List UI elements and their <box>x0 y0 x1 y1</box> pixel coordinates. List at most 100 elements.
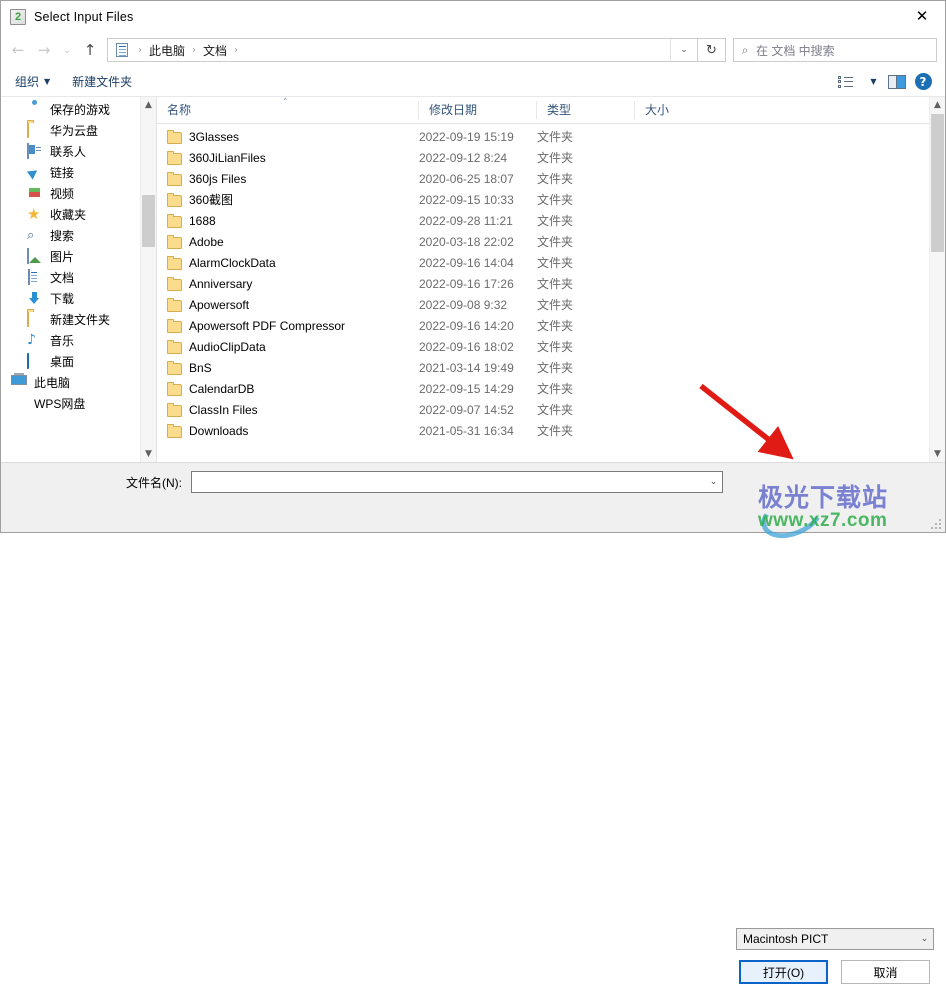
dialog-footer: 文件名(N): ⌄ Macintosh PICT ⌄ 打开(O) 取消 <box>1 462 945 984</box>
column-header-size[interactable]: 大小 <box>635 101 715 119</box>
file-date-cell: 2022-09-16 14:20 <box>419 318 514 333</box>
app-icon: 2 <box>10 8 26 25</box>
sidebar-item-downloads[interactable]: 下载 <box>1 288 156 309</box>
sidebar-item-favorites[interactable]: ★ 收藏夹 <box>1 204 156 225</box>
column-header-date[interactable]: 修改日期 <box>419 101 537 119</box>
file-date-cell: 2022-09-12 8:24 <box>419 150 508 165</box>
table-row[interactable]: BnS 2021-03-14 19:49 文件夹 <box>157 357 945 378</box>
sidebar-item-links[interactable]: 链接 <box>1 162 156 183</box>
file-name-label: ClassIn Files <box>189 402 258 417</box>
scroll-up-icon[interactable]: ▲ <box>141 97 156 113</box>
file-name-cell: AudioClipData <box>157 339 419 354</box>
table-row[interactable]: Downloads 2021-05-31 16:34 文件夹 <box>157 420 945 441</box>
file-type-cell: 文件夹 <box>537 277 574 291</box>
file-date-cell: 2020-03-18 22:02 <box>419 234 514 249</box>
table-row[interactable]: 360截图 2022-09-15 10:33 文件夹 <box>157 189 945 210</box>
column-header-type[interactable]: 类型 <box>537 101 635 119</box>
navigation-pane-scrollbar[interactable]: ▲ ▼ <box>140 97 156 462</box>
back-button[interactable]: ← <box>5 37 31 63</box>
scroll-down-icon[interactable]: ▼ <box>930 446 945 462</box>
column-header-name[interactable]: 名称 ˄ <box>157 98 419 119</box>
breadcrumb-separator: › <box>192 44 197 56</box>
sidebar-item-label: 下载 <box>50 292 75 306</box>
table-row[interactable]: 360js Files 2020-06-25 18:07 文件夹 <box>157 168 945 189</box>
view-layout-button[interactable] <box>833 71 857 93</box>
table-row[interactable]: ClassIn Files 2022-09-07 14:52 文件夹 <box>157 399 945 420</box>
breadcrumb-item-documents[interactable]: 文档 <box>201 42 229 59</box>
file-name-label: Adobe <box>189 234 224 249</box>
sidebar-item-videos[interactable]: 视频 <box>1 183 156 204</box>
folder-icon <box>167 193 182 207</box>
file-type-cell: 文件夹 <box>537 151 574 165</box>
sidebar-item-new-folder[interactable]: 新建文件夹 <box>1 309 156 330</box>
sidebar-item-pictures[interactable]: 图片 <box>1 246 156 267</box>
table-row[interactable]: Anniversary 2022-09-16 17:26 文件夹 <box>157 273 945 294</box>
filename-input[interactable]: ⌄ <box>191 471 723 493</box>
table-row[interactable]: AlarmClockData 2022-09-16 14:04 文件夹 <box>157 252 945 273</box>
refresh-icon[interactable]: ↻ <box>698 38 726 62</box>
table-row[interactable]: CalendarDB 2022-09-15 14:29 文件夹 <box>157 378 945 399</box>
sidebar-item-saved-games[interactable]: 保存的游戏 <box>1 99 156 120</box>
close-icon[interactable]: ✕ <box>899 1 945 31</box>
scroll-down-icon[interactable]: ▼ <box>141 446 156 462</box>
organize-label: 组织 <box>15 75 40 89</box>
address-bar[interactable]: › 此电脑 › 文档 › ⌄ <box>107 38 698 62</box>
scroll-up-icon[interactable]: ▲ <box>930 97 945 113</box>
file-date-cell: 2022-09-16 14:04 <box>419 255 514 270</box>
sidebar-item-label: 桌面 <box>50 355 75 369</box>
scrollbar-thumb[interactable] <box>142 195 155 247</box>
file-list-scrollbar[interactable]: ▲ ▼ <box>929 97 945 462</box>
folder-icon <box>167 382 182 396</box>
table-row[interactable]: 360JiLianFiles 2022-09-12 8:24 文件夹 <box>157 147 945 168</box>
breadcrumb-item-this-pc[interactable]: 此电脑 <box>147 42 187 59</box>
dialog-content: 保存的游戏 华为云盘 联系人 链接 视频 ★ 收藏夹 ⌕ 搜索 图片 文档 下载… <box>1 97 945 462</box>
file-name-label: BnS <box>189 360 212 375</box>
file-name-label: 360截图 <box>189 193 234 207</box>
help-button[interactable]: ? <box>911 71 935 93</box>
chevron-down-icon: ⌄ <box>920 934 929 944</box>
chevron-down-icon[interactable]: ⌄ <box>670 39 697 61</box>
breadcrumb[interactable]: › 此电脑 › 文档 › <box>108 39 670 61</box>
file-name-cell: ClassIn Files <box>157 402 419 417</box>
view-dropdown-button[interactable]: ▼ <box>859 71 883 93</box>
sidebar-item-desktop[interactable]: 桌面 <box>1 351 156 372</box>
sidebar-item-searches[interactable]: ⌕ 搜索 <box>1 225 156 246</box>
up-button[interactable]: ↑ <box>77 37 103 63</box>
scrollbar-thumb[interactable] <box>931 114 944 252</box>
search-input[interactable]: ⌕ 在 文档 中搜索 <box>733 38 937 62</box>
file-name-label: Apowersoft PDF Compressor <box>189 318 346 333</box>
sidebar-item-this-pc[interactable]: 此电脑 <box>1 372 156 393</box>
table-row[interactable]: 3Glasses 2022-09-19 15:19 文件夹 <box>157 126 945 147</box>
sidebar-item-label: 图片 <box>50 250 75 264</box>
recent-locations-button[interactable]: ⌄ <box>57 37 77 63</box>
table-row[interactable]: 1688 2022-09-28 11:21 文件夹 <box>157 210 945 231</box>
chevron-down-icon[interactable]: ⌄ <box>705 472 722 492</box>
file-date-cell: 2021-03-14 19:49 <box>419 360 514 375</box>
music-icon: ♪ <box>27 331 36 348</box>
sidebar-item-contacts[interactable]: 联系人 <box>1 141 156 162</box>
file-name-label: 1688 <box>189 213 216 228</box>
open-button[interactable]: 打开(O) <box>739 960 828 984</box>
preview-pane-button[interactable] <box>885 71 909 93</box>
table-row[interactable]: Apowersoft PDF Compressor 2022-09-16 14:2… <box>157 315 945 336</box>
organize-button[interactable]: 组织 ▼ <box>15 73 50 90</box>
new-folder-button[interactable]: 新建文件夹 <box>72 73 132 90</box>
table-row[interactable]: Adobe 2020-03-18 22:02 文件夹 <box>157 231 945 252</box>
file-date-cell: 2022-09-08 9:32 <box>419 297 508 312</box>
sidebar-item-label: 联系人 <box>50 145 87 159</box>
table-row[interactable]: Apowersoft 2022-09-08 9:32 文件夹 <box>157 294 945 315</box>
forward-button[interactable]: → <box>31 37 57 63</box>
sidebar-item-huawei-cloud[interactable]: 华为云盘 <box>1 120 156 141</box>
resize-grip[interactable] <box>931 519 941 529</box>
sidebar-item-label: 链接 <box>50 166 75 180</box>
sidebar-item-documents[interactable]: 文档 <box>1 267 156 288</box>
sidebar-item-wps-cloud[interactable]: WPS网盘 <box>1 393 156 414</box>
sidebar-item-music[interactable]: ♪ 音乐 <box>1 330 156 351</box>
help-icon: ? <box>914 73 932 90</box>
filetype-dropdown[interactable]: Macintosh PICT ⌄ <box>736 928 934 950</box>
folder-icon <box>167 424 182 438</box>
cancel-button[interactable]: 取消 <box>841 960 930 984</box>
table-row[interactable]: AudioClipData 2022-09-16 18:02 文件夹 <box>157 336 945 357</box>
file-rows: 3Glasses 2022-09-19 15:19 文件夹 360JiLianFile… <box>157 124 945 462</box>
sidebar-item-label: 音乐 <box>50 334 75 348</box>
